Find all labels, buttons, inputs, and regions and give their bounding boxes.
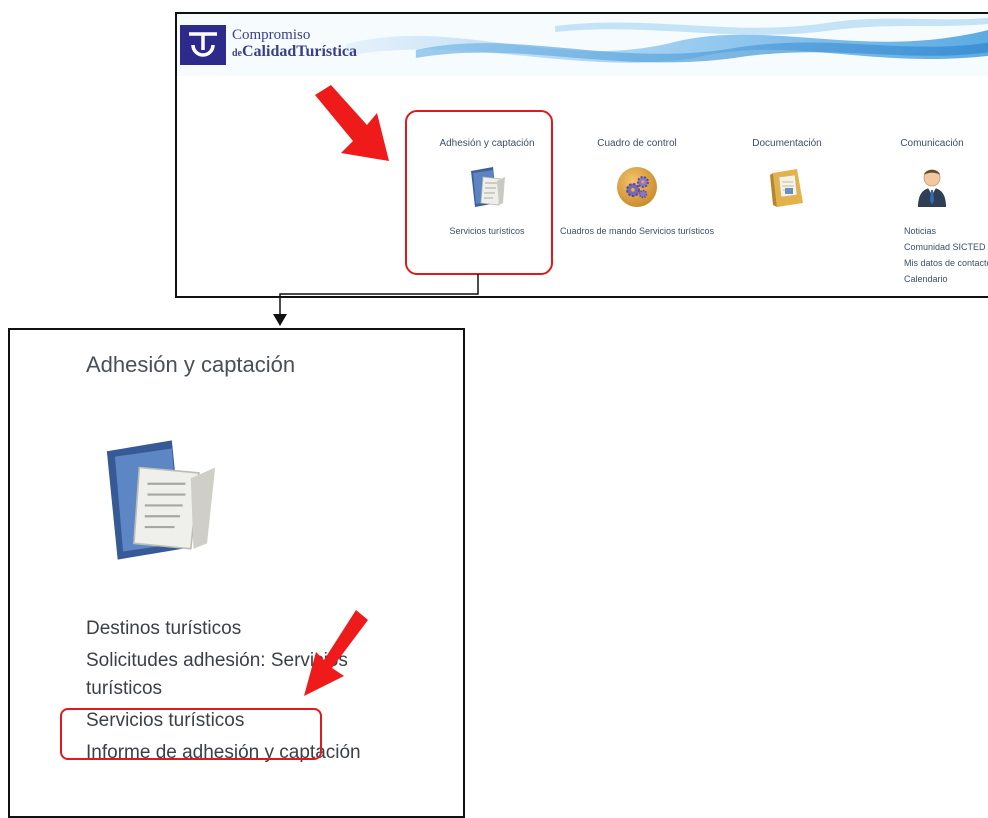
brand-logo-icon — [180, 25, 226, 65]
module-links-comunicacion: Noticias Comunidad SICTED Mis datos de c… — [852, 223, 988, 287]
module-title-documentacion[interactable]: Documentación — [707, 138, 867, 149]
module-documentacion: Documentación — [707, 138, 867, 211]
documents-box-icon[interactable] — [763, 163, 811, 211]
link-comunidad-sicted[interactable]: Comunidad SICTED — [904, 239, 988, 255]
folder-documents-icon[interactable] — [96, 420, 226, 580]
module-cuadro-control: Cuadro de control Cuadros de mando Servi… — [557, 138, 717, 239]
link-noticias[interactable]: Noticias — [904, 223, 988, 239]
link-cuadros-de-mando[interactable]: Cuadros de mando Servicios turísticos — [557, 223, 717, 239]
zoom-link-destinos[interactable]: Destinos turísticos — [86, 615, 416, 643]
gears-icon[interactable] — [613, 163, 661, 211]
zoomed-module-panel: Adhesión y captación Destinos turísticos… — [8, 328, 465, 818]
link-mis-datos-contacto[interactable]: Mis datos de contacto — [904, 255, 988, 271]
user-tie-icon[interactable] — [908, 163, 956, 211]
highlight-box-adhesion — [405, 110, 553, 275]
module-comunicacion: Comunicación Noticias Comunidad SICTED M… — [852, 138, 988, 287]
zoom-module-title[interactable]: Adhesión y captación — [86, 352, 295, 378]
link-calendario[interactable]: Calendario — [904, 271, 988, 287]
module-title-cuadro-control[interactable]: Cuadro de control — [557, 138, 717, 149]
top-screenshot-panel: Compromiso deCalidadTurística Adhesión y… — [175, 12, 988, 298]
brand-line2: deCalidadTurística — [232, 42, 357, 60]
module-title-comunicacion[interactable]: Comunicación — [852, 138, 988, 149]
brand-line1: Compromiso — [232, 27, 311, 43]
module-links-cuadro-control: Cuadros de mando Servicios turísticos — [557, 223, 717, 239]
highlight-box-servicios — [60, 708, 322, 760]
brand-wordmark: Compromiso deCalidadTurística — [232, 27, 357, 61]
zoom-link-solicitudes[interactable]: Solicitudes adhesión: Servicios turístic… — [86, 647, 416, 703]
